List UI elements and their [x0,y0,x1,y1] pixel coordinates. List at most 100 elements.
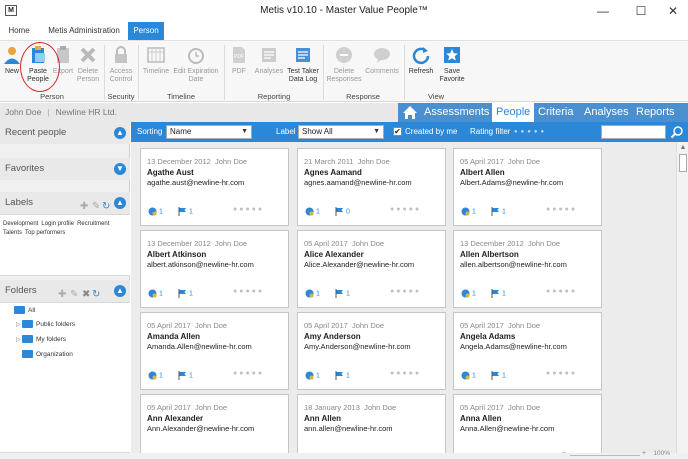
tab-people[interactable]: People [492,103,535,122]
card-reports[interactable]: 1 [491,207,506,216]
recent-people-header[interactable]: Recent people ▲ [0,122,130,144]
maximize-button[interactable]: ☐ [626,2,656,20]
tab-person[interactable]: Person [128,22,164,40]
collapse-down-icon[interactable]: ▼ [114,163,126,175]
card-reports[interactable]: 1 [491,289,506,298]
home-icon[interactable] [402,105,418,120]
card-rating-dots[interactable]: ●●●●● [390,206,421,213]
collapse-up-icon[interactable]: ▲ [114,197,126,209]
folder-item-organization[interactable]: Organization [22,349,73,361]
label-item[interactable]: Talents [3,230,22,236]
delete-person-button[interactable]: Delete Person [76,45,100,84]
card-tests[interactable]: 1 [148,371,163,380]
zoom-in-button[interactable]: + [642,450,646,457]
card-rating-dots[interactable]: ●●●●● [546,206,577,213]
card-rating-dots[interactable]: ●●●●● [390,288,421,295]
person-card[interactable]: 05 April 2017 John Doe Angela Adams Angela… [453,312,602,390]
tab-metis-administration[interactable]: Metis Administration [44,22,124,40]
person-card[interactable]: 21 March 2011 John Doe Agnes Aamand agnes.… [297,148,446,226]
tab-criteria[interactable]: Criteria [538,103,573,122]
person-card[interactable]: 18 January 2013 John Doe Ann Allen ann.all… [297,394,446,453]
tab-analyses[interactable]: Analyses [584,103,629,122]
refresh-button[interactable]: Refresh [407,45,435,76]
timeline-button[interactable]: Timeline [141,45,171,76]
card-reports[interactable]: 1 [335,289,350,298]
new-button[interactable]: New [2,45,22,76]
close-button[interactable]: ✕ [658,2,688,20]
card-reports[interactable]: 1 [178,289,193,298]
card-tests-count: 1 [159,208,163,216]
pdf-button[interactable]: PDF PDF [228,45,250,76]
delete-responses-button[interactable]: Delete Responses [326,45,362,84]
person-card[interactable]: 05 April 2017 John Doe Alice Alexander Ali… [297,230,446,308]
test-taker-data-log-button[interactable]: Test Taker Data Log [285,45,321,84]
ribbon: New Paste People Export Delete Person Pe… [0,40,688,102]
folder-item-my-folders[interactable]: ▷ My folders [16,334,66,346]
person-card[interactable]: 05 April 2017 John Doe Amy Anderson Amy.An… [297,312,446,390]
card-reports[interactable]: 1 [335,371,350,380]
card-tests[interactable]: 1 [305,207,320,216]
person-card[interactable]: 13 December 2012 John Doe Agathe Aust agat… [140,148,289,226]
created-by-me-checkbox[interactable]: ✔ [393,127,402,136]
card-rating-dots[interactable]: ●●●●● [233,206,264,213]
edit-expiration-date-button[interactable]: Edit Expiration Date [172,45,220,84]
search-input[interactable] [601,125,666,139]
collapse-up-icon[interactable]: ▲ [114,127,126,139]
search-icon[interactable] [670,125,684,139]
analyses-button[interactable]: Analyses [253,45,285,76]
card-rating-dots[interactable]: ●●●●● [233,288,264,295]
person-card[interactable]: 05 April 2017 John Doe Albert Allen Albert… [453,148,602,226]
person-card[interactable]: 13 December 2012 John Doe Albert Atkinson… [140,230,289,308]
person-card[interactable]: 05 April 2017 John Doe Anna Allen Anna.All… [453,394,602,453]
label-item[interactable]: Development [3,221,38,227]
comments-button[interactable]: Comments [363,45,401,76]
card-reports-count: 1 [502,290,506,298]
scroll-up-icon[interactable]: ▲ [679,144,687,152]
folders-header[interactable]: Folders ✚ ✎ ✖ ↻ ▲ [0,280,130,302]
card-tests[interactable]: 1 [461,207,476,216]
label-select[interactable]: Show All ▼ [298,125,384,139]
card-tests[interactable]: 1 [461,289,476,298]
card-tests[interactable]: 1 [148,207,163,216]
card-reports[interactable]: 1 [491,371,506,380]
card-rating-dots[interactable]: ●●●●● [546,288,577,295]
card-tests[interactable]: 1 [148,289,163,298]
rating-filter-dots[interactable]: ●●●●● [514,122,547,142]
card-reports[interactable]: 1 [178,371,193,380]
person-card[interactable]: 05 April 2017 John Doe Ann Alexander Ann.A… [140,394,289,453]
card-reports[interactable]: 1 [178,207,193,216]
folder-icon [22,335,33,344]
card-rating-dots[interactable]: ●●●●● [546,370,577,377]
label-item[interactable]: Top performers [25,230,65,236]
card-author: John Doe [214,239,248,248]
card-tests[interactable]: 1 [461,371,476,380]
favorites-header[interactable]: Favorites ▼ [0,158,130,180]
timeline-icon [147,47,165,63]
card-tests[interactable]: 1 [305,371,320,380]
tab-home[interactable]: Home [2,22,36,40]
person-card[interactable]: 05 April 2017 John Doe Amanda Allen Amanda… [140,312,289,390]
vertical-scrollbar[interactable]: ▲ [676,142,688,453]
card-reports-count: 0 [346,208,350,216]
card-rating-dots[interactable]: ●●●●● [390,370,421,377]
card-reports[interactable]: 0 [335,207,350,216]
folder-item-all[interactable]: All [14,305,35,317]
zoom-out-button[interactable]: − [562,450,566,457]
label-item[interactable]: Recruitment [77,221,109,227]
tab-reports[interactable]: Reports [636,103,675,122]
zoom-slider[interactable] [570,455,640,456]
scroll-thumb[interactable] [679,154,687,172]
collapse-up-icon[interactable]: ▲ [114,285,126,297]
save-favorite-button[interactable]: Save Favorite [437,45,467,84]
access-control-button[interactable]: Access Control [108,45,134,84]
card-tests[interactable]: 1 [305,289,320,298]
tab-assessments[interactable]: Assessments [424,103,489,122]
labels-header[interactable]: Labels ✚ ✎ ↻ ▲ [0,192,130,214]
label-item[interactable]: Login profile [41,221,74,227]
minimize-button[interactable]: — [588,2,618,20]
sorting-select[interactable]: Name ▼ [166,125,252,139]
refresh-label: Refresh [408,68,434,75]
folder-item-public[interactable]: ▷ Public folders [16,319,75,331]
card-rating-dots[interactable]: ●●●●● [233,370,264,377]
person-card[interactable]: 13 December 2012 John Doe Allen Albertson… [453,230,602,308]
